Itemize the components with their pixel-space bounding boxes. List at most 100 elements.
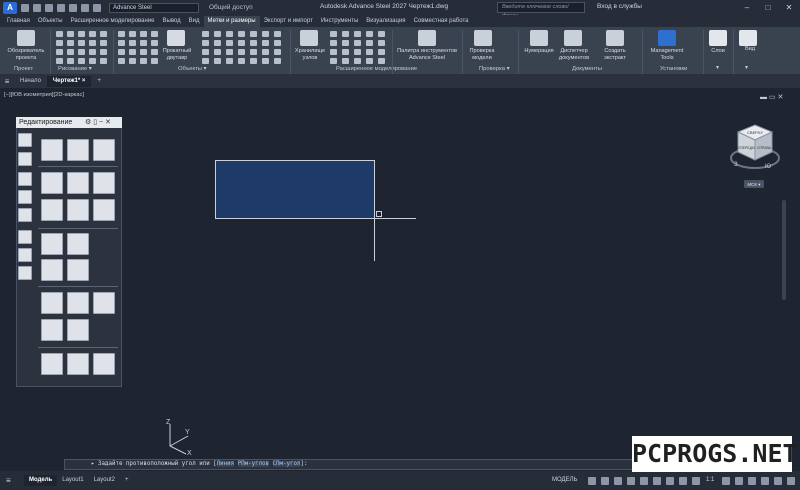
palette-tool-icon[interactable] <box>41 353 63 375</box>
object-tool-icon[interactable] <box>118 40 125 46</box>
annotation-scale[interactable]: 1:1 <box>706 477 714 483</box>
application-menu-button[interactable]: A <box>3 1 17 14</box>
object-tool-icon[interactable] <box>214 31 221 37</box>
object-tool-icon[interactable] <box>151 49 158 55</box>
object-tool-icon[interactable] <box>250 49 257 55</box>
modeling-tool-icon[interactable] <box>354 31 361 37</box>
palette-side-tool-icon[interactable] <box>18 208 32 222</box>
search-input[interactable]: Введите ключевое слово/фразу <box>497 2 585 19</box>
panel-objects-label[interactable]: Объекты ▾ <box>178 66 206 72</box>
palette-tool-icon[interactable] <box>67 259 89 281</box>
status-toggle-icon[interactable] <box>614 477 622 485</box>
minimize-button[interactable]: – <box>741 2 753 13</box>
layers-dropdown-icon[interactable]: ▾ <box>716 65 719 71</box>
object-tool-icon[interactable] <box>202 49 209 55</box>
drawing-tool-icon[interactable] <box>56 31 63 37</box>
object-tool-icon[interactable] <box>238 31 245 37</box>
status-toggle-icon[interactable] <box>588 477 596 485</box>
drawing-tool-icon[interactable] <box>89 40 96 46</box>
command-option-spm[interactable]: СПм-угол <box>272 461 301 467</box>
object-tool-icon[interactable] <box>250 31 257 37</box>
modeling-tool-icon[interactable] <box>342 49 349 55</box>
tab-view[interactable]: Вид <box>185 16 204 27</box>
print-icon[interactable] <box>69 3 77 12</box>
object-tool-icon[interactable] <box>118 49 125 55</box>
palette-tool-icon[interactable] <box>93 292 115 314</box>
modeling-tool-icon[interactable] <box>366 40 373 46</box>
file-menu-icon[interactable]: ≡ <box>0 77 14 86</box>
object-tool-icon[interactable] <box>202 31 209 37</box>
view-button[interactable]: Вид <box>740 46 760 53</box>
object-tool-icon[interactable] <box>129 58 136 64</box>
palette-tool-icon[interactable] <box>41 292 63 314</box>
drawing-tool-icon[interactable] <box>67 31 74 37</box>
modeling-tool-icon[interactable] <box>378 58 385 64</box>
viewport-label[interactable]: [−][ЮВ изометрия][2D-каркас] <box>4 92 84 98</box>
palette-tool-icon[interactable] <box>67 292 89 314</box>
drawing-tool-icon[interactable] <box>78 49 85 55</box>
drawing-tool-icon[interactable] <box>100 58 107 64</box>
tab-extended-modeling[interactable]: Расширенное моделирование <box>67 16 159 27</box>
drawn-rectangle[interactable] <box>215 160 375 219</box>
drawing-tool-icon[interactable] <box>56 40 63 46</box>
object-tool-icon[interactable] <box>140 58 147 64</box>
document-manager-button[interactable]: Диспетчер документов <box>557 48 591 61</box>
palette-tool-icon[interactable] <box>93 353 115 375</box>
tab-objects[interactable]: Объекты <box>34 16 67 27</box>
viewport-controls[interactable]: ▬ ▭ ✕ <box>760 93 783 101</box>
status-toggle-icon[interactable] <box>761 477 769 485</box>
modeling-tool-icon[interactable] <box>342 31 349 37</box>
drawing-tool-icon[interactable] <box>56 49 63 55</box>
modeling-tool-icon[interactable] <box>342 58 349 64</box>
view-icon[interactable] <box>739 30 757 46</box>
object-tool-icon[interactable] <box>214 40 221 46</box>
tab-drawing1[interactable]: Чертеж1* × <box>46 76 92 87</box>
view-dropdown-icon[interactable]: ▾ <box>745 65 748 71</box>
model-check-icon[interactable] <box>474 30 492 46</box>
palette-side-tool-icon[interactable] <box>18 133 32 147</box>
status-toggle-icon[interactable] <box>774 477 782 485</box>
modeling-tool-icon[interactable] <box>354 49 361 55</box>
object-tool-icon[interactable] <box>226 58 233 64</box>
compass-south-label[interactable]: Ю <box>765 164 771 170</box>
object-tool-icon[interactable] <box>151 58 158 64</box>
object-tool-icon[interactable] <box>274 40 281 46</box>
drawing-tool-icon[interactable] <box>78 40 85 46</box>
object-tool-icon[interactable] <box>151 40 158 46</box>
palette-tool-icon[interactable] <box>93 172 115 194</box>
status-toggle-icon[interactable] <box>653 477 661 485</box>
modeling-tool-icon[interactable] <box>366 58 373 64</box>
palette-side-tool-icon[interactable] <box>18 152 32 166</box>
palette-tool-icon[interactable] <box>67 199 89 221</box>
object-tool-icon[interactable] <box>129 40 136 46</box>
connection-vault-icon[interactable] <box>300 30 318 46</box>
modeling-tool-icon[interactable] <box>330 49 337 55</box>
drawing-tool-icon[interactable] <box>67 49 74 55</box>
object-tool-icon[interactable] <box>202 58 209 64</box>
share-button[interactable]: Общий доступ <box>209 4 253 11</box>
tab-collaboration[interactable]: Совместная работа <box>410 16 473 27</box>
drawing-tool-icon[interactable] <box>100 49 107 55</box>
object-tool-icon[interactable] <box>274 49 281 55</box>
palette-tool-icon[interactable] <box>93 139 115 161</box>
object-tool-icon[interactable] <box>214 58 221 64</box>
tab-output[interactable]: Вывод <box>159 16 185 27</box>
palette-tool-icon[interactable] <box>41 259 63 281</box>
object-tool-icon[interactable] <box>226 40 233 46</box>
palette-side-tool-icon[interactable] <box>18 266 32 280</box>
new-file-icon[interactable] <box>21 3 29 12</box>
document-manager-icon[interactable] <box>564 30 582 46</box>
layers-icon[interactable] <box>709 30 727 46</box>
open-folder-icon[interactable] <box>33 3 41 12</box>
palette-tool-icon[interactable] <box>41 233 63 255</box>
drawing-tool-icon[interactable] <box>56 58 63 64</box>
object-tool-icon[interactable] <box>238 49 245 55</box>
status-toggle-icon[interactable] <box>735 477 743 485</box>
numbering-button[interactable]: Нумерация <box>520 48 558 55</box>
create-extract-button[interactable]: Создать экстракт <box>596 48 634 61</box>
tab-layout1[interactable]: Layout1 <box>57 475 88 486</box>
modeling-tool-icon[interactable] <box>378 49 385 55</box>
workspace-select[interactable]: Advance Steel <box>109 2 199 13</box>
palette-controls-icon[interactable]: ⚙ ▯ − ✕ <box>85 118 111 126</box>
drawing-tool-icon[interactable] <box>67 58 74 64</box>
